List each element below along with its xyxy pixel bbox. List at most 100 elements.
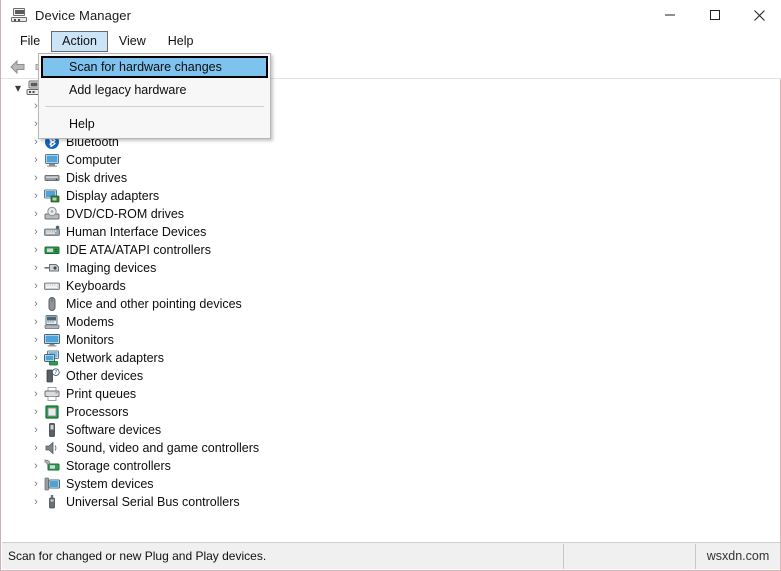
tree-item-label: Universal Serial Bus controllers: [66, 495, 240, 509]
tree-item-keyboards[interactable]: › Keyboards: [2, 277, 780, 295]
device-tree[interactable]: ▾ › › › Bluetooth › Computer › Disk driv…: [2, 79, 780, 541]
tree-item-monitors[interactable]: › Monitors: [2, 331, 780, 349]
device-manager-window: Device Manager File Action View Help ▾ ›…: [0, 0, 781, 571]
status-message: Scan for changed or new Plug and Play de…: [2, 543, 564, 569]
action-menu-dropdown[interactable]: Scan for hardware changes Add legacy har…: [38, 53, 271, 139]
dvd-drive-icon: [44, 206, 60, 222]
tree-item-usb-controllers[interactable]: › Universal Serial Bus controllers: [2, 493, 780, 511]
tree-item-print-queues[interactable]: › Print queues: [2, 385, 780, 403]
tree-item-label: Mice and other pointing devices: [66, 297, 242, 311]
keyboard-icon: [44, 278, 60, 294]
chevron-right-icon[interactable]: ›: [28, 493, 44, 511]
close-button[interactable]: [737, 0, 781, 30]
chevron-right-icon[interactable]: ›: [28, 277, 44, 295]
tree-item-label: Display adapters: [66, 189, 160, 203]
tree-item-label: Disk drives: [66, 171, 128, 185]
chevron-right-icon[interactable]: ›: [28, 439, 44, 457]
chevron-right-icon[interactable]: ›: [28, 367, 44, 385]
tree-item-label: Storage controllers: [66, 459, 171, 473]
tree-item-label: Network adapters: [66, 351, 164, 365]
chevron-right-icon[interactable]: ›: [28, 475, 44, 493]
tree-item-computer[interactable]: › Computer: [2, 151, 780, 169]
tree-item-other-devices[interactable]: › ? Other devices: [2, 367, 780, 385]
menu-action[interactable]: Action: [51, 31, 108, 52]
chevron-right-icon[interactable]: ›: [28, 187, 44, 205]
tree-item-label: Human Interface Devices: [66, 225, 207, 239]
chevron-right-icon[interactable]: ›: [28, 241, 44, 259]
software-device-icon: [44, 422, 60, 438]
chevron-right-icon[interactable]: ›: [28, 205, 44, 223]
tree-item-display-adapters[interactable]: › Display adapters: [2, 187, 780, 205]
status-panel-middle: [564, 543, 696, 569]
computer-monitor-icon: [44, 152, 60, 168]
tree-item-software-devices[interactable]: › Software devices: [2, 421, 780, 439]
chevron-right-icon[interactable]: ›: [28, 331, 44, 349]
tree-item-label: Keyboards: [66, 279, 126, 293]
maximize-button[interactable]: [692, 0, 737, 30]
chevron-right-icon[interactable]: ›: [28, 169, 44, 187]
tree-item-processors[interactable]: › Processors: [2, 403, 780, 421]
chevron-right-icon[interactable]: ›: [28, 349, 44, 367]
tree-item-imaging-devices[interactable]: › Imaging devices: [2, 259, 780, 277]
watermark: wsxdn.com: [706, 548, 770, 563]
tree-item-modems[interactable]: › Modems: [2, 313, 780, 331]
tree-item-label: Monitors: [66, 333, 114, 347]
tree-item-label: Other devices: [66, 369, 144, 383]
ide-controller-icon: [44, 242, 60, 258]
chevron-right-icon[interactable]: ›: [28, 385, 44, 403]
tree-item-label: Processors: [66, 405, 129, 419]
system-device-icon: [44, 476, 60, 492]
tree-item-label: System devices: [66, 477, 154, 491]
tree-item-label: Print queues: [66, 387, 137, 401]
chevron-right-icon[interactable]: ›: [28, 457, 44, 475]
back-button[interactable]: [6, 56, 30, 78]
menu-file[interactable]: File: [9, 31, 51, 52]
modem-icon: [44, 314, 60, 330]
tree-item-label: IDE ATA/ATAPI controllers: [66, 243, 211, 257]
display-adapter-icon: [44, 188, 60, 204]
menu-view[interactable]: View: [108, 31, 157, 52]
tree-item-sound-controllers[interactable]: › Sound, video and game controllers: [2, 439, 780, 457]
usb-controller-icon: [44, 494, 60, 510]
menu-item-help[interactable]: Help: [39, 112, 270, 135]
imaging-device-icon: [44, 260, 60, 276]
tree-item-label: Sound, video and game controllers: [66, 441, 260, 455]
caption-buttons: [647, 0, 781, 30]
chevron-right-icon[interactable]: ›: [28, 223, 44, 241]
status-bar: Scan for changed or new Plug and Play de…: [2, 542, 780, 569]
chevron-right-icon[interactable]: ›: [28, 421, 44, 439]
device-manager-icon: [11, 7, 27, 23]
tree-item-storage-controllers[interactable]: › Storage controllers: [2, 457, 780, 475]
tree-item-network-adapters[interactable]: › Network adapters: [2, 349, 780, 367]
tree-item-system-devices[interactable]: › System devices: [2, 475, 780, 493]
chevron-right-icon[interactable]: ›: [28, 259, 44, 277]
network-adapter-icon: [44, 350, 60, 366]
tree-item-disk-drives[interactable]: › Disk drives: [2, 169, 780, 187]
menu-help[interactable]: Help: [157, 31, 205, 52]
tree-item-label: Imaging devices: [66, 261, 157, 275]
storage-controller-icon: [44, 458, 60, 474]
tree-item-mice[interactable]: › Mice and other pointing devices: [2, 295, 780, 313]
chevron-down-icon[interactable]: ▾: [10, 79, 26, 97]
hid-icon: [44, 224, 60, 240]
tree-item-hid[interactable]: › Human Interface Devices: [2, 223, 780, 241]
svg-text:?: ?: [54, 370, 57, 376]
disk-drive-icon: [44, 170, 60, 186]
printer-icon: [44, 386, 60, 402]
tree-item-ide-controllers[interactable]: › IDE ATA/ATAPI controllers: [2, 241, 780, 259]
chevron-right-icon[interactable]: ›: [28, 295, 44, 313]
monitor-icon: [44, 332, 60, 348]
other-device-icon: ?: [44, 368, 60, 384]
chevron-right-icon[interactable]: ›: [28, 403, 44, 421]
menu-item-scan-for-hardware-changes[interactable]: Scan for hardware changes: [41, 56, 268, 78]
menu-item-add-legacy-hardware[interactable]: Add legacy hardware: [39, 78, 270, 101]
chevron-right-icon[interactable]: ›: [28, 313, 44, 331]
chevron-right-icon[interactable]: ›: [28, 151, 44, 169]
tree-item-label: Modems: [66, 315, 114, 329]
menu-separator: [45, 106, 264, 107]
tree-item-dvd-drives[interactable]: › DVD/CD-ROM drives: [2, 205, 780, 223]
mouse-icon: [44, 296, 60, 312]
tree-item-label: Computer: [66, 153, 121, 167]
minimize-button[interactable]: [647, 0, 692, 30]
window-title: Device Manager: [35, 7, 132, 23]
